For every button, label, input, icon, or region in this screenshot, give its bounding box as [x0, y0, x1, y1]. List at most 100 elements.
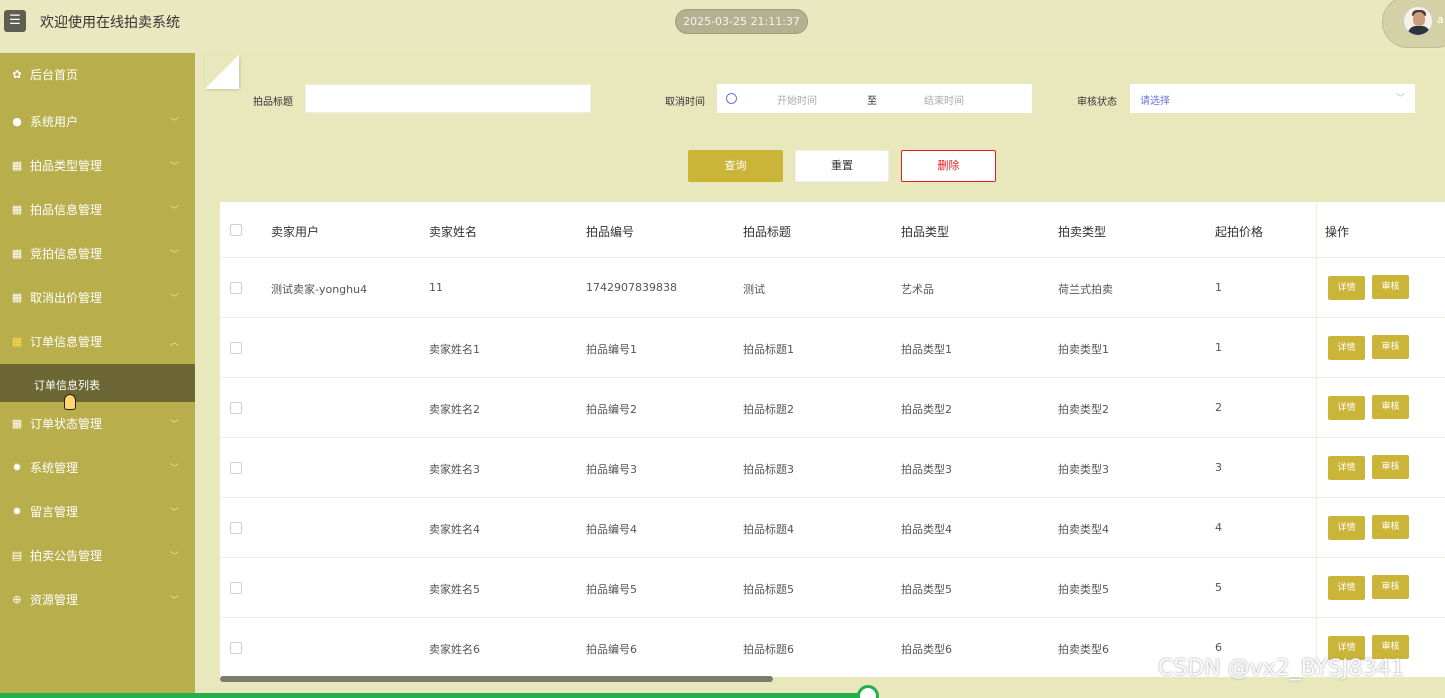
- chevron-up-icon: ︿: [170, 338, 180, 348]
- col-header: 卖家用户: [271, 225, 320, 239]
- horizontal-scrollbar[interactable]: [220, 676, 773, 682]
- sidebar-item-orders[interactable]: ▦ 订单信息管理 ︿: [0, 320, 195, 364]
- table-cell: 拍品编号3: [586, 463, 637, 476]
- table-cell: 拍品编号2: [586, 403, 637, 416]
- table-cell: 拍品类型5: [901, 583, 952, 596]
- detail-button[interactable]: 详情: [1328, 576, 1365, 600]
- chevron-down-icon: ﹀: [170, 206, 180, 216]
- plus-circle-icon: ⊕: [12, 593, 22, 606]
- title-filter-input[interactable]: [305, 84, 591, 113]
- sidebar-item-system[interactable]: ✹ 系统管理 ﹀: [0, 446, 195, 490]
- sidebar-item-order-status[interactable]: ▦ 订单状态管理 ﹀: [0, 402, 195, 446]
- table-cell: 拍品标题1: [743, 343, 794, 356]
- row-checkbox[interactable]: [230, 402, 242, 414]
- chevron-down-icon: ﹀: [170, 118, 180, 128]
- sidebar-item-bid-info[interactable]: ▦ 竞拍信息管理 ﹀: [0, 232, 195, 276]
- delete-button[interactable]: 删除: [901, 150, 996, 182]
- table-cell: 拍品类型6: [901, 643, 952, 656]
- gear-icon: ✹: [12, 461, 22, 474]
- table-cell: 测试卖家-yonghu4: [271, 283, 368, 296]
- sidebar-item-announcements[interactable]: ▤ 拍卖公告管理 ﹀: [0, 534, 195, 578]
- status-select[interactable]: 请选择 ﹀: [1130, 84, 1415, 113]
- sidebar-item-resources[interactable]: ⊕ 资源管理 ﹀: [0, 578, 195, 622]
- table-cell: 拍卖类型3: [1058, 463, 1109, 476]
- detail-button[interactable]: 详情: [1328, 276, 1365, 300]
- table-cell: 拍卖类型4: [1058, 523, 1109, 536]
- chevron-down-icon: ﹀: [170, 508, 180, 518]
- chevron-down-icon: ﹀: [1396, 94, 1406, 104]
- row-checkbox[interactable]: [230, 462, 242, 474]
- watermark: CSDN @vx2_BYSJ8341: [1158, 656, 1405, 681]
- table-cell: 拍卖类型6: [1058, 643, 1109, 656]
- review-button[interactable]: 审核: [1372, 395, 1409, 419]
- chevron-down-icon: ﹀: [170, 596, 180, 606]
- start-time-input[interactable]: 开始时间: [777, 92, 817, 107]
- sidebar-item-home[interactable]: ✿ 后台首页: [0, 53, 195, 100]
- table-cell: 拍品标题3: [743, 463, 794, 476]
- review-button[interactable]: 审核: [1372, 515, 1409, 539]
- table-row: 测试卖家-yonghu4 11 1742907839838 测试 艺术品 荷兰式拍卖 1 详情…: [220, 258, 1445, 318]
- chevron-down-icon: ﹀: [170, 250, 180, 260]
- table-cell: 拍品编号5: [586, 583, 637, 596]
- table-cell: 5: [1215, 581, 1222, 594]
- table-cell: 卖家姓名6: [429, 643, 480, 656]
- avatar[interactable]: [1403, 6, 1433, 36]
- status-select-placeholder: 请选择: [1140, 96, 1170, 107]
- menu-toggle-icon[interactable]: ☰: [4, 10, 26, 32]
- table-cell: 卖家姓名2: [429, 403, 480, 416]
- detail-button[interactable]: 详情: [1328, 516, 1365, 540]
- table-cell: 3: [1215, 461, 1222, 474]
- doc-icon: ▤: [11, 549, 23, 562]
- row-checkbox[interactable]: [230, 642, 242, 654]
- detail-button[interactable]: 详情: [1328, 456, 1365, 480]
- row-checkbox[interactable]: [230, 582, 242, 594]
- review-button[interactable]: 审核: [1372, 335, 1409, 359]
- user-icon: ●: [12, 115, 22, 128]
- table-cell: 11: [429, 281, 443, 294]
- table-cell: 拍品编号6: [586, 643, 637, 656]
- row-checkbox[interactable]: [230, 522, 242, 534]
- end-time-input[interactable]: 结束时间: [924, 92, 964, 107]
- video-progress-bar[interactable]: [0, 693, 866, 698]
- user-menu[interactable]: a: [1382, 0, 1445, 48]
- datetime-badge: 2025-03-25 21:11:37: [675, 9, 808, 34]
- table-cell: 拍品标题6: [743, 643, 794, 656]
- query-button[interactable]: 查询: [688, 150, 783, 182]
- sticky-column-divider: [1316, 202, 1317, 677]
- table-row: 卖家姓名2 拍品编号2 拍品标题2 拍品类型2 拍卖类型2 2 详情 审核: [220, 378, 1445, 438]
- reset-button[interactable]: 重置: [795, 150, 889, 182]
- sidebar-item-messages[interactable]: ✹ 留言管理 ﹀: [0, 490, 195, 534]
- sidebar-item-cancel-bid[interactable]: ▦ 取消出价管理 ﹀: [0, 276, 195, 320]
- detail-button[interactable]: 详情: [1328, 336, 1365, 360]
- chevron-down-icon: ﹀: [170, 294, 180, 304]
- table-row: 卖家姓名4 拍品编号4 拍品标题4 拍品类型4 拍卖类型4 4 详情 审核: [220, 498, 1445, 558]
- grid-icon: ▦: [11, 203, 23, 216]
- sidebar-item-system-users[interactable]: ● 系统用户 ﹀: [0, 100, 195, 144]
- table-cell: 荷兰式拍卖: [1058, 283, 1113, 296]
- table-cell: 1: [1215, 281, 1222, 294]
- review-button[interactable]: 审核: [1372, 575, 1409, 599]
- row-checkbox[interactable]: [230, 342, 242, 354]
- review-button[interactable]: 审核: [1372, 455, 1409, 479]
- table-cell: 2: [1215, 401, 1222, 414]
- sidebar: ✿ 后台首页 ● 系统用户 ﹀ ▦ 拍品类型管理 ﹀ ▦ 拍品信息管理 ﹀ ▦ …: [0, 53, 195, 698]
- cancel-time-range[interactable]: 开始时间 至 结束时间: [717, 84, 1032, 113]
- grid-icon: ▦: [11, 291, 23, 304]
- status-filter-label: 审核状态: [1077, 97, 1117, 108]
- table-cell: 卖家姓名1: [429, 343, 480, 356]
- select-all-checkbox[interactable]: [230, 224, 242, 236]
- sidebar-subitem-order-list[interactable]: 订单信息列表: [0, 364, 195, 402]
- col-header: 拍品编号: [586, 225, 635, 239]
- sidebar-item-item-info[interactable]: ▦ 拍品信息管理 ﹀: [0, 188, 195, 232]
- table-cell: 拍品类型1: [901, 343, 952, 356]
- table-cell: 拍品编号1: [586, 343, 637, 356]
- sidebar-item-item-types[interactable]: ▦ 拍品类型管理 ﹀: [0, 144, 195, 188]
- hand-cursor-icon: [64, 394, 76, 410]
- table-cell: 拍品类型3: [901, 463, 952, 476]
- review-button[interactable]: 审核: [1372, 275, 1409, 299]
- table-row: 卖家姓名5 拍品编号5 拍品标题5 拍品类型5 拍卖类型5 5 详情 审核: [220, 558, 1445, 618]
- cancel-time-label: 取消时间: [665, 97, 705, 108]
- table-header: 卖家用户 卖家姓名 拍品编号 拍品标题 拍品类型 拍卖类型 起拍价格 操作: [220, 202, 1445, 258]
- row-checkbox[interactable]: [230, 282, 242, 294]
- detail-button[interactable]: 详情: [1328, 396, 1365, 420]
